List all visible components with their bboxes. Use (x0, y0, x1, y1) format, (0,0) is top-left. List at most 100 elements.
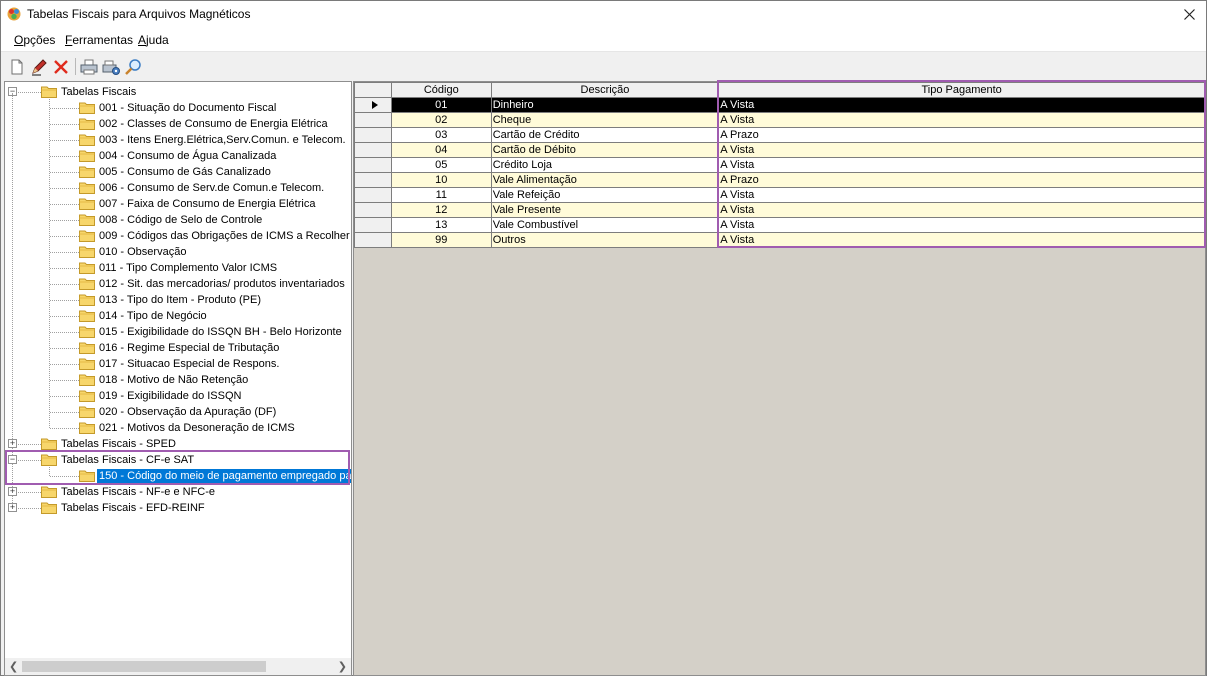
tree-node-child-001-label: 001 - Situação do Documento Fiscal (99, 102, 277, 114)
tree-line (18, 492, 41, 493)
tree-node-150-meio-pagamento-label: 150 - Código do meio de pagamento empreg… (97, 469, 352, 483)
tree-node-tabelas-fiscais-label: Tabelas Fiscais (61, 86, 137, 98)
cell-codigo[interactable]: 05 (390, 157, 492, 173)
scrollbar-thumb[interactable] (22, 661, 266, 672)
cell-descricao[interactable]: Dinheiro (490, 97, 720, 113)
cell-tipo-pagamento[interactable]: A Vista (718, 97, 1205, 113)
table-row[interactable]: 04 Cartão de Débito A Vista (354, 142, 1205, 158)
folder-icon (79, 342, 95, 354)
row-indicator[interactable] (354, 112, 392, 128)
table-row[interactable]: 10 Vale Alimentação A Prazo (354, 172, 1205, 188)
expander-efd-reinf[interactable]: + (8, 503, 17, 512)
row-indicator[interactable] (354, 172, 392, 188)
cell-tipo-pagamento[interactable]: A Vista (718, 112, 1205, 128)
print-setup-icon (102, 60, 120, 75)
row-indicator[interactable] (354, 202, 392, 218)
cell-tipo-pagamento[interactable]: A Vista (718, 232, 1205, 248)
cell-descricao[interactable]: Cartão de Débito (490, 142, 720, 158)
tree-node-child-019-label: 019 - Exigibilidade do ISSQN (99, 390, 242, 402)
table-row[interactable]: 13 Vale Combustível A Vista (354, 217, 1205, 233)
expander-nfe[interactable]: + (8, 487, 17, 496)
cell-codigo[interactable]: 03 (390, 127, 492, 143)
horizontal-scrollbar[interactable]: ❮ ❯ (5, 658, 351, 675)
delete-button[interactable] (51, 57, 71, 77)
table-row[interactable]: 05 Crédito Loja A Vista (354, 157, 1205, 173)
tree-node-child-007-label: 007 - Faixa de Consumo de Energia Elétri… (99, 198, 316, 210)
tree-line (50, 204, 79, 205)
cell-tipo-pagamento[interactable]: A Vista (718, 157, 1205, 173)
cell-descricao[interactable]: Vale Presente (490, 202, 720, 218)
cell-descricao[interactable]: Vale Refeição (490, 187, 720, 203)
cell-codigo[interactable]: 10 (390, 172, 492, 188)
close-button[interactable] (1172, 1, 1206, 28)
table-row[interactable]: 01 Dinheiro A Vista (354, 97, 1205, 113)
cell-descricao[interactable]: Vale Combustível (490, 217, 720, 233)
cell-descricao[interactable]: Crédito Loja (490, 157, 720, 173)
tree-node-child-006-label: 006 - Consumo de Serv.de Comun.e Telecom… (99, 182, 325, 194)
scroll-left-icon[interactable]: ❮ (9, 660, 18, 673)
folder-icon (79, 198, 95, 210)
cell-tipo-pagamento[interactable]: A Vista (718, 202, 1205, 218)
cell-codigo[interactable]: 13 (390, 217, 492, 233)
menu-opcoes[interactable]: Opções (14, 33, 55, 47)
row-indicator[interactable] (354, 232, 392, 248)
tree-node-child-013-label: 013 - Tipo do Item - Produto (PE) (99, 294, 262, 306)
cell-codigo[interactable]: 02 (390, 112, 492, 128)
row-indicator[interactable] (354, 142, 392, 158)
main-window: Tabelas Fiscais para Arquivos Magnéticos… (0, 0, 1207, 676)
table-row[interactable]: 03 Cartão de Crédito A Prazo (354, 127, 1205, 143)
new-icon (11, 59, 23, 75)
cell-codigo[interactable]: 99 (390, 232, 492, 248)
tree-node-cfe-sat-label: Tabelas Fiscais - CF-e SAT (61, 454, 195, 466)
tree-line (18, 460, 41, 461)
table-row[interactable]: 11 Vale Refeição A Vista (354, 187, 1205, 203)
table-row[interactable]: 02 Cheque A Vista (354, 112, 1205, 128)
row-indicator[interactable] (354, 97, 392, 113)
cell-codigo[interactable]: 01 (390, 97, 492, 113)
table-row[interactable]: 99 Outros A Vista (354, 232, 1205, 248)
folder-icon (79, 358, 95, 370)
tree-line (50, 172, 79, 173)
tree-line (18, 508, 41, 509)
column-header-descricao[interactable]: Descrição (490, 82, 720, 98)
cell-tipo-pagamento[interactable]: A Prazo (718, 127, 1205, 143)
tree-view[interactable]: − Tabelas Fiscais 001 - Situação do Docume… (4, 81, 352, 676)
column-header-codigo[interactable]: Código (390, 82, 492, 98)
tree-line (18, 92, 41, 93)
cell-codigo[interactable]: 11 (390, 187, 492, 203)
data-grid[interactable]: Código Descrição Tipo Pagamento 01 Dinhei… (353, 81, 1206, 676)
cell-tipo-pagamento[interactable]: A Vista (718, 217, 1205, 233)
cell-tipo-pagamento[interactable]: A Prazo (718, 172, 1205, 188)
tree-line (50, 412, 79, 413)
menu-ferramentas[interactable]: Ferramentas (65, 33, 133, 47)
row-indicator[interactable] (354, 127, 392, 143)
row-indicator[interactable] (354, 217, 392, 233)
cell-descricao[interactable]: Cartão de Crédito (490, 127, 720, 143)
title-bar[interactable]: Tabelas Fiscais para Arquivos Magnéticos (1, 1, 1206, 28)
tree-node-child-009-label: 009 - Códigos das Obrigações de ICMS a R… (99, 230, 350, 242)
cell-descricao[interactable]: Outros (490, 232, 720, 248)
folder-icon (79, 310, 95, 322)
column-header-tipo-pagamento[interactable]: Tipo Pagamento (718, 82, 1205, 98)
cell-codigo[interactable]: 04 (390, 142, 492, 158)
expander-sped[interactable]: + (8, 439, 17, 448)
tree-line (50, 428, 79, 429)
expander-cfe-sat[interactable]: − (8, 455, 17, 464)
search-button[interactable] (123, 57, 143, 77)
cell-descricao[interactable]: Vale Alimentação (490, 172, 720, 188)
print-button[interactable] (79, 57, 99, 77)
cell-tipo-pagamento[interactable]: A Vista (718, 142, 1205, 158)
row-indicator[interactable] (354, 187, 392, 203)
new-button[interactable] (7, 57, 27, 77)
edit-button[interactable] (29, 57, 49, 77)
menu-ajuda[interactable]: Ajuda (138, 33, 169, 47)
folder-icon (79, 102, 95, 114)
row-indicator[interactable] (354, 157, 392, 173)
scroll-right-icon[interactable]: ❯ (338, 660, 347, 673)
toolbar (1, 53, 1206, 80)
print-setup-button[interactable] (101, 57, 121, 77)
cell-descricao[interactable]: Cheque (490, 112, 720, 128)
table-row[interactable]: 12 Vale Presente A Vista (354, 202, 1205, 218)
cell-codigo[interactable]: 12 (390, 202, 492, 218)
cell-tipo-pagamento[interactable]: A Vista (718, 187, 1205, 203)
